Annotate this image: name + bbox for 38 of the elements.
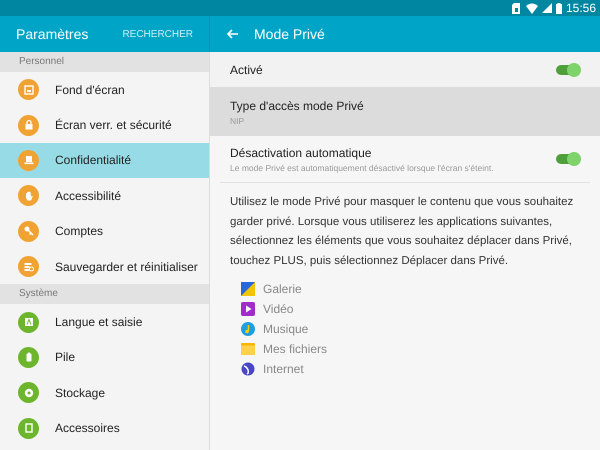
folder-icon: [241, 342, 255, 356]
sidebar-item[interactable]: Pile: [0, 340, 209, 376]
clock-time: 15:56: [566, 0, 596, 17]
app-name: Musique: [263, 321, 308, 338]
setting-label: Type d'accès mode Privé: [230, 98, 364, 115]
setting-label: Activé: [230, 62, 263, 78]
app-name: Galerie: [263, 281, 302, 298]
sidebar-item[interactable]: Stockage: [0, 375, 209, 411]
sidebar-item[interactable]: Comptes: [0, 214, 209, 249]
sidebar-item[interactable]: Fond d'écran: [0, 72, 209, 108]
settings-title: Paramètres: [16, 24, 88, 44]
app-name: Internet: [263, 361, 304, 378]
sidebar-item[interactable]: Sauvegarder et réinitialiser: [0, 248, 209, 284]
app-name: Mes fichiers: [263, 341, 328, 358]
setting-value: NIP: [230, 114, 246, 128]
signal-icon: [542, 3, 552, 13]
battery-icon: [556, 2, 562, 14]
section-header: Système: [0, 284, 209, 304]
setting-label: Désactivation automatique: [230, 144, 372, 162]
globe-icon: [241, 362, 255, 376]
back-arrow-icon[interactable]: [226, 29, 238, 39]
sim-card-icon: [512, 2, 522, 14]
description-text: Utilisez le mode Privé pour masquer le contenu que vous souhaitez garder privé. Lorsque vous utiliserez les applications suivantes, sélectionnez les éléments que vous souhaitez déplacer dans Privé, touchez PLUS, puis sélectionnez Déplacer dans Privé.: [229, 195, 574, 268]
page-title: Mode Privé: [254, 24, 325, 44]
sidebar-item[interactable]: Écran verr. et sécurité: [0, 107, 209, 143]
gallery-icon: [241, 282, 255, 296]
setting-summary: Le mode Privé est automatiquement désactivé lorsque l'écran s'éteint.: [230, 162, 494, 174]
sidebar-item[interactable]: Langue et saisie: [0, 304, 209, 340]
app-name: Vidéo: [263, 301, 294, 318]
toggle-switch[interactable]: [556, 154, 580, 164]
sidebar-item[interactable]: Accessibilité: [0, 178, 209, 214]
play-icon: [241, 302, 255, 316]
music-note-icon: [241, 322, 255, 336]
sidebar-item[interactable]: Accessoires: [0, 410, 209, 446]
sidebar-item[interactable]: Confidentialité: [0, 142, 209, 178]
toggle-switch[interactable]: [556, 64, 580, 74]
wifi-icon: [526, 2, 538, 14]
section-header: Personnel: [0, 52, 209, 72]
